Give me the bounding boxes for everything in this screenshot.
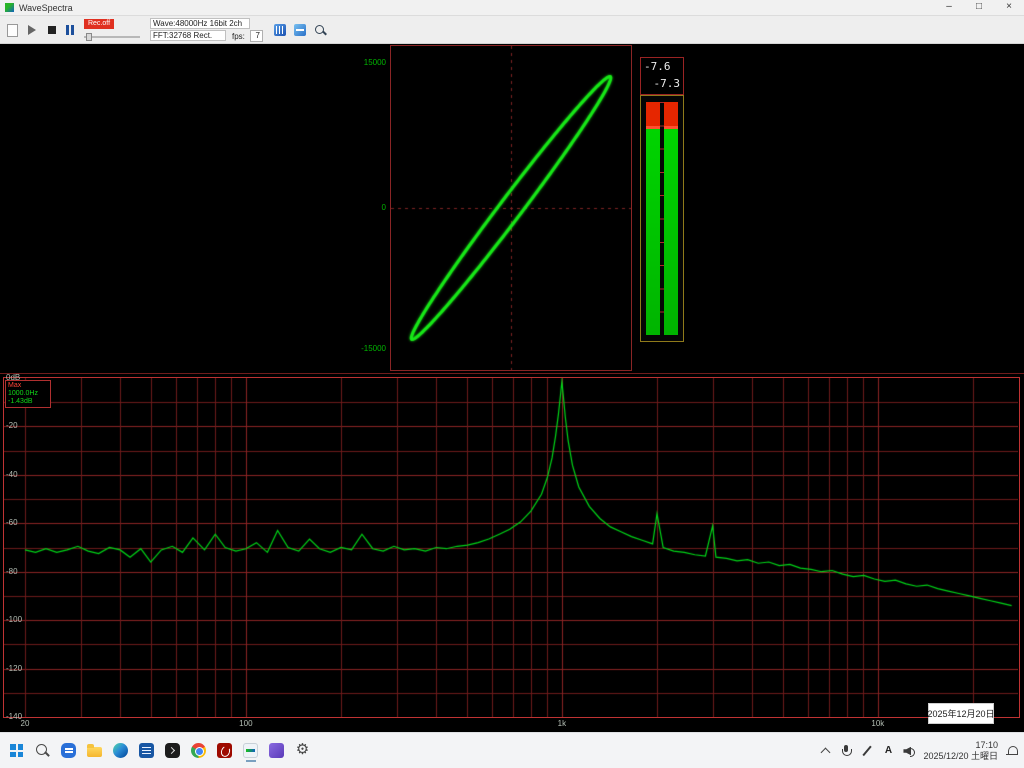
right-meter-green-segment xyxy=(664,129,678,335)
left-meter-green-segment xyxy=(646,129,660,335)
notification-bell-icon[interactable] xyxy=(1005,744,1019,758)
wavespectra-app-icon xyxy=(5,3,14,12)
panel-separator xyxy=(0,373,1024,374)
right-level-value: -7.3 xyxy=(641,75,683,92)
clock[interactable]: 17:10 2025/12/20 土曜日 xyxy=(923,740,998,762)
window-title: WaveSpectra xyxy=(19,3,73,13)
mic-icon[interactable] xyxy=(839,744,853,758)
left-meter-red-segment xyxy=(646,102,660,126)
taskbar: A 17:10 2025/12/20 土曜日 xyxy=(0,732,1024,768)
clock-date: 2025/12/20 土曜日 xyxy=(923,751,998,762)
spectrum-y-tick-label: -80 xyxy=(6,567,18,576)
media-icon[interactable] xyxy=(239,739,262,762)
peak-label: Max xyxy=(8,382,48,390)
spectrum-x-tick-label: 100 xyxy=(239,719,252,728)
spectrum-x-tick-label: 1k xyxy=(558,719,566,728)
system-tray: A 17:10 2025/12/20 土曜日 xyxy=(818,733,1024,768)
pause-button[interactable] xyxy=(62,22,78,38)
maximize-button[interactable]: □ xyxy=(964,0,994,15)
settings-icon[interactable] xyxy=(291,739,314,762)
right-meter-bar xyxy=(664,102,678,335)
word-icon[interactable] xyxy=(135,739,158,762)
open-file-button[interactable] xyxy=(4,22,20,38)
desktop: WaveSpectra – □ × Rec.off Wave:48000Hz 1… xyxy=(0,0,1024,768)
lissajous-tick-bottom: -15000 xyxy=(346,344,386,353)
spectrum-x-tick-label: 20 xyxy=(21,719,30,728)
left-meter-bar xyxy=(646,102,660,335)
play-button[interactable] xyxy=(24,22,40,38)
lissajous-canvas xyxy=(391,46,631,370)
explorer-icon[interactable] xyxy=(83,739,106,762)
lissajous-tick-mid: 0 xyxy=(346,203,386,212)
chrome-icon[interactable] xyxy=(187,739,210,762)
terminal-icon[interactable] xyxy=(161,739,184,762)
spectrum-y-tick-label: -120 xyxy=(6,664,22,673)
display-settings-button[interactable] xyxy=(292,22,308,38)
stop-button[interactable] xyxy=(44,22,60,38)
minimize-button[interactable]: – xyxy=(934,0,964,15)
clock-time: 17:10 xyxy=(975,740,998,751)
purple-app-icon[interactable] xyxy=(265,739,288,762)
fps-input[interactable]: 7 xyxy=(250,30,263,42)
input-settings-button[interactable] xyxy=(272,22,288,38)
level-slider[interactable] xyxy=(84,33,140,41)
pen-icon[interactable] xyxy=(860,744,874,758)
fft-settings-info: FFT:32768 Rect. xyxy=(150,30,226,41)
spectrum-y-tick-label: 0dB xyxy=(6,373,20,382)
close-button[interactable]: × xyxy=(994,0,1024,15)
speaker-icon[interactable] xyxy=(902,744,916,758)
search-icon[interactable] xyxy=(31,739,54,762)
spectrum-y-tick-label: -100 xyxy=(6,615,22,624)
spectrum-canvas[interactable] xyxy=(4,378,1018,717)
chat-icon[interactable] xyxy=(57,739,80,762)
peak-frequency: 1000.0Hz xyxy=(8,390,48,398)
lissajous-tick-top: 15000 xyxy=(346,58,386,67)
taskbar-app-icons xyxy=(0,739,314,762)
titlebar[interactable]: WaveSpectra – □ × xyxy=(0,0,1024,16)
tray-chevron-icon[interactable] xyxy=(818,744,832,758)
level-meter xyxy=(640,95,684,342)
window-controls: – □ × xyxy=(934,0,1024,15)
edge-icon[interactable] xyxy=(109,739,132,762)
left-level-value: -7.6 xyxy=(641,58,683,75)
slider-thumb[interactable] xyxy=(86,33,92,41)
lissajous-display xyxy=(390,45,632,371)
spectrum-x-tick-label: 10k xyxy=(871,719,884,728)
spectrum-y-tick-label: -60 xyxy=(6,518,18,527)
zoom-button[interactable] xyxy=(312,22,328,38)
peak-readout: Max 1000.0Hz -1.43dB xyxy=(5,380,51,408)
peak-level: -1.43dB xyxy=(8,398,48,406)
toolbar: Rec.off Wave:48000Hz 16bit 2ch FFT:32768… xyxy=(0,16,1024,44)
spectrum-y-tick-label: -20 xyxy=(6,421,18,430)
start-icon[interactable] xyxy=(5,739,28,762)
wave-format-info: Wave:48000Hz 16bit 2ch xyxy=(150,18,250,29)
acrobat-icon[interactable] xyxy=(213,739,236,762)
spectrum-y-tick-label: -40 xyxy=(6,470,18,479)
rec-status-badge[interactable]: Rec.off xyxy=(84,19,114,29)
right-meter-red-segment xyxy=(664,102,678,126)
ime-mode-indicator[interactable]: A xyxy=(881,745,895,756)
fps-label: fps: xyxy=(232,32,245,41)
date-tooltip: 2025年12月20日 xyxy=(928,703,994,724)
level-meter-readout: -7.6 -7.3 xyxy=(640,57,684,95)
